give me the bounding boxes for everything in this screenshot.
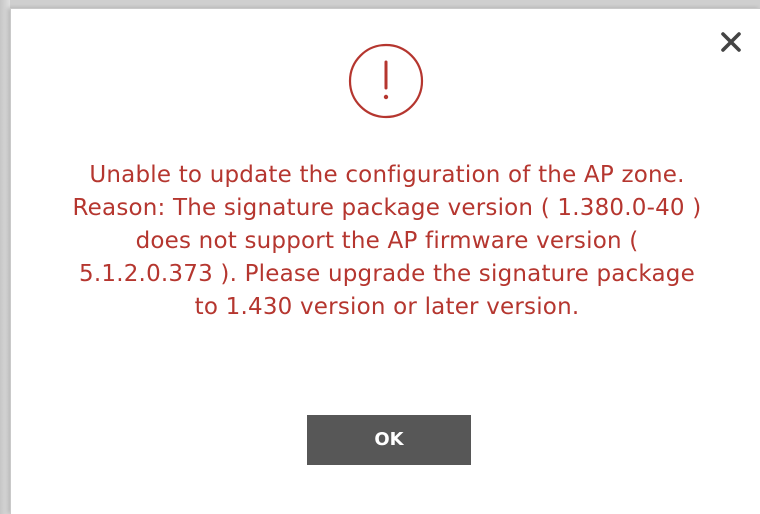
background-app-edge bbox=[0, 0, 10, 514]
ok-button[interactable]: OK bbox=[307, 415, 471, 465]
error-message-line: Unable to update the configuration of th… bbox=[89, 162, 685, 188]
error-message-line: Reason: The signature package version ( … bbox=[72, 195, 702, 221]
error-message-line: to 1.430 version or later version. bbox=[194, 294, 580, 320]
error-message: Unable to update the configuration of th… bbox=[37, 159, 737, 324]
error-message-line: 5.1.2.0.373 ). Please upgrade the signat… bbox=[79, 261, 695, 287]
error-message-line: does not support the AP firmware version… bbox=[135, 228, 639, 254]
close-button[interactable] bbox=[716, 27, 746, 57]
close-icon bbox=[721, 32, 741, 52]
exclamation-circle-icon bbox=[348, 43, 424, 119]
background-app-strip bbox=[0, 0, 760, 8]
error-dialog: Unable to update the configuration of th… bbox=[10, 8, 760, 514]
